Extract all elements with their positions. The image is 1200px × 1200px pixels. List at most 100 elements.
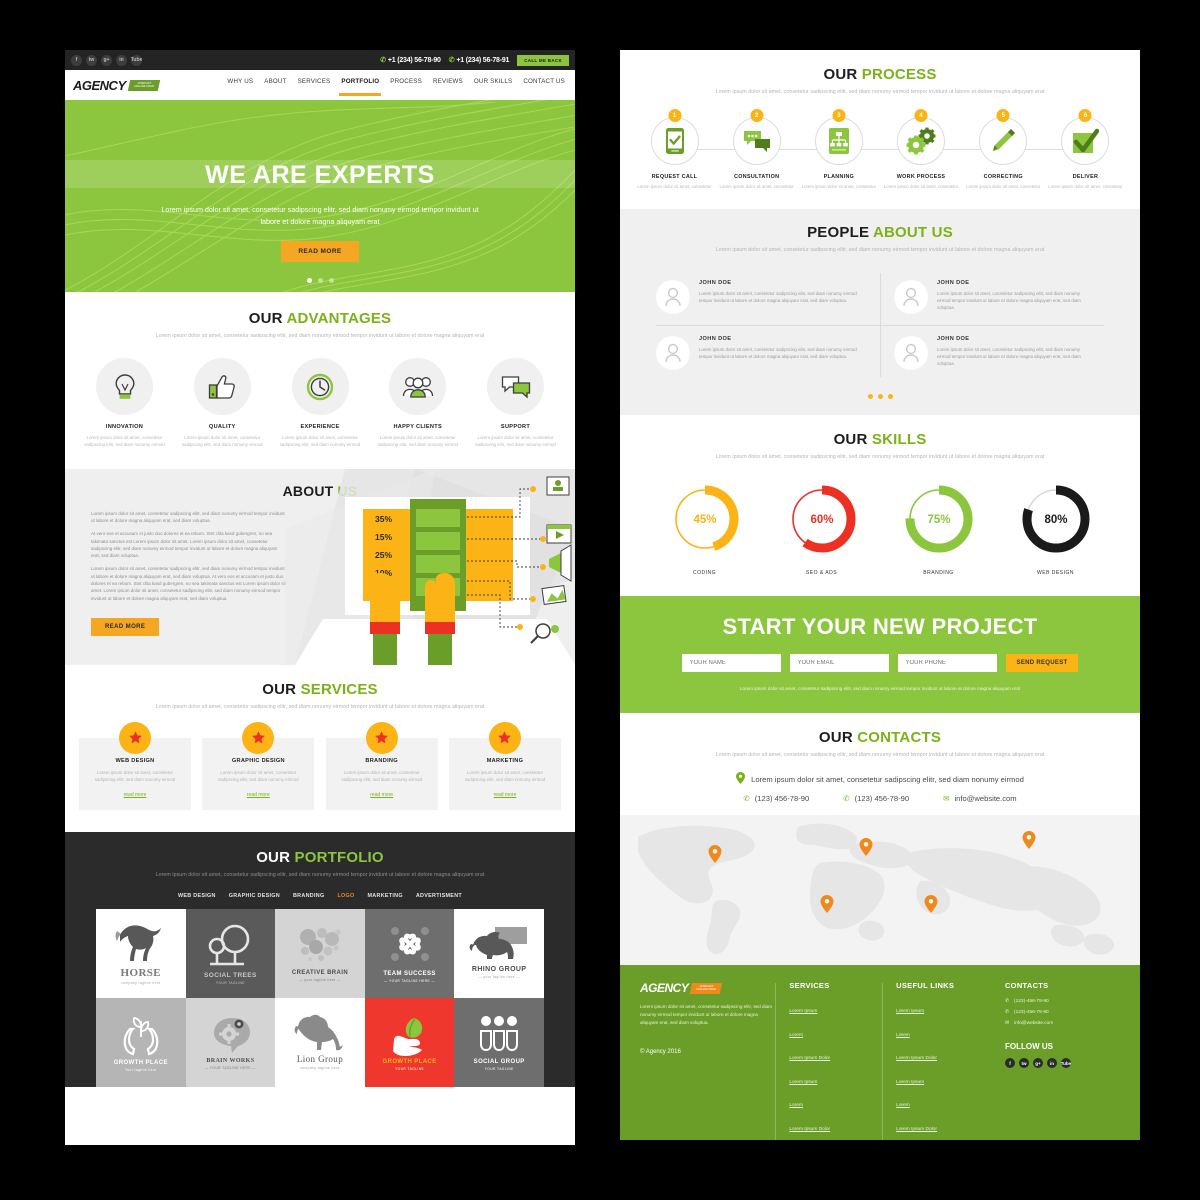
about-read-more-button[interactable]: READ MORE bbox=[91, 617, 160, 636]
social-links[interactable]: f tw g+ in Tube bbox=[71, 54, 142, 66]
footer-service-link[interactable]: Lorem Ipsum Dolor bbox=[789, 1056, 830, 1061]
portfolio-item-lion-group[interactable]: Lion Group company tagline here bbox=[275, 997, 365, 1087]
testimonials-divider-horizontal bbox=[656, 325, 1104, 327]
footer-service-link[interactable]: Lorem bbox=[789, 1033, 803, 1038]
footer-useful-link[interactable]: Lorem Ipsum Dolor bbox=[896, 1127, 937, 1132]
footer-useful-link[interactable]: Lorem Ipsum Dolor bbox=[896, 1056, 937, 1061]
linkedin-icon[interactable]: in bbox=[116, 54, 127, 66]
footer-useful-link[interactable]: Lorem bbox=[896, 1103, 910, 1108]
service-read-more-link[interactable]: read more bbox=[211, 792, 305, 798]
portfolio-item-brain-works[interactable]: BRAIN WORKS — YOUR TAGLINE HERE — bbox=[185, 997, 276, 1087]
footer-service-link[interactable]: Lorem Ipsum Dolor bbox=[789, 1127, 830, 1132]
slider-dot-1[interactable] bbox=[306, 278, 312, 283]
footer-useful-link[interactable]: Lorem bbox=[896, 1033, 910, 1038]
nav-item-contact-us[interactable]: CONTACT US bbox=[523, 78, 565, 93]
contacts-title: OUR CONTACTS bbox=[620, 729, 1140, 746]
service-card-marketing[interactable]: MARKETING Lorem ipsum dolor sit amet, co… bbox=[448, 721, 561, 811]
testimonials-dots[interactable] bbox=[620, 394, 1140, 400]
advantages-heading: OUR ADVANTAGES Lorem ipsum dolor sit ame… bbox=[75, 310, 565, 341]
nav-item-reviews[interactable]: REVIEWS bbox=[433, 78, 463, 93]
nav-item-process[interactable]: PROCESS bbox=[390, 78, 422, 93]
service-card-branding[interactable]: BRANDING Lorem ipsum dolor sit amet, con… bbox=[325, 721, 438, 811]
portfolio-filter-marketing[interactable]: MARKETING bbox=[368, 893, 403, 899]
footer-links-list: Lorem Ipsum Lorem Lorem Ipsum Dolor Lore… bbox=[896, 999, 989, 1140]
footer-phone-1[interactable]: ✆ (123)-456-78-90 bbox=[1005, 999, 1120, 1004]
world-map-svg bbox=[620, 815, 1140, 966]
top-phone-1[interactable]: ✆ +1 (234) 56-78-90 bbox=[380, 56, 441, 65]
footer-phone-2[interactable]: ✆ (123)-456-78-90 bbox=[1005, 1010, 1120, 1015]
skill-label: SEO & ADS bbox=[805, 570, 838, 577]
avatar bbox=[656, 336, 690, 371]
contacts-section: OUR CONTACTS Lorem ipsum dolor sit amet,… bbox=[620, 713, 1140, 966]
nav-item-why-us[interactable]: WHY US bbox=[227, 78, 253, 93]
footer-useful-link[interactable]: Lorem Ipsum bbox=[896, 1009, 924, 1014]
portfolio-item-growth-place-2[interactable]: GROWTH PLACE YOUR TAGLINE bbox=[364, 997, 455, 1087]
footer-service-link[interactable]: Lorem Ipsum bbox=[789, 1080, 817, 1085]
testimonials-title-second: ABOUT US bbox=[872, 224, 953, 242]
portfolio-filter-web-design[interactable]: WEB DESIGN bbox=[178, 893, 216, 899]
portfolio-item-growth-place-1[interactable]: GROWTH PLACE Your tagline here bbox=[96, 997, 186, 1087]
footer-logo[interactable]: AGENCY COMPANY TAGLINE HERE bbox=[640, 981, 775, 995]
cta-name-input[interactable] bbox=[681, 654, 781, 673]
portfolio-filter-branding[interactable]: BRANDING bbox=[293, 893, 324, 899]
portfolio-item-social-group[interactable]: SOCIAL GROUP YOUR TAGLINE bbox=[454, 997, 544, 1087]
slider-dot-3[interactable] bbox=[328, 278, 334, 283]
facebook-icon[interactable]: f bbox=[71, 54, 82, 66]
process-heading: OUR PROCESS Lorem ipsum dolor sit amet, … bbox=[620, 66, 1140, 97]
chat-icon bbox=[743, 131, 770, 153]
linkedin-icon[interactable]: in bbox=[1046, 1058, 1057, 1069]
portfolio-item-horse[interactable]: HORSE company tagline here bbox=[96, 908, 186, 998]
portfolio-filter-logo[interactable]: LOGO bbox=[337, 893, 354, 899]
testimonial-dot-1[interactable] bbox=[867, 394, 873, 400]
contact-phone-2[interactable]: ✆ (123) 456-78-90 bbox=[843, 794, 909, 803]
service-card-graphic-design[interactable]: GRAPHIC DESIGN Lorem ipsum dolor sit ame… bbox=[202, 721, 315, 811]
top-phone-2[interactable]: ✆ +1 (234) 56-78-91 bbox=[449, 56, 510, 65]
horse-icon bbox=[115, 925, 161, 962]
portfolio-item-name: SOCIAL GROUP bbox=[473, 1058, 525, 1065]
cta-email-input[interactable] bbox=[789, 654, 889, 673]
nav-item-portfolio[interactable]: PORTFOLIO bbox=[339, 78, 382, 96]
lion-icon bbox=[294, 1014, 343, 1051]
nav-item-our-skills[interactable]: OUR SKILLS bbox=[474, 78, 512, 93]
youtube-icon[interactable]: Tube bbox=[131, 54, 142, 66]
top-utility-bar: f tw g+ in Tube ✆ +1 (234) 56-78-90 ✆ +1 (… bbox=[65, 50, 575, 70]
footer-useful-link[interactable]: Lorem Ipsum bbox=[896, 1080, 924, 1085]
footer-service-link[interactable]: Lorem Ipsum bbox=[789, 1009, 817, 1014]
service-card-web-design[interactable]: WEB DESIGN Lorem ipsum dolor sit amet, c… bbox=[79, 721, 191, 811]
google-plus-icon[interactable]: g+ bbox=[1032, 1058, 1043, 1069]
service-read-more-link[interactable]: read more bbox=[88, 792, 182, 798]
call-me-back-button[interactable]: CALL ME BACK bbox=[517, 54, 569, 66]
portfolio-item-rhino-group[interactable]: RHINO GROUP — your tagline here — bbox=[454, 908, 544, 998]
slider-dot-2[interactable] bbox=[317, 278, 323, 283]
service-read-more-link[interactable]: read more bbox=[458, 792, 552, 798]
service-read-more-link[interactable]: read more bbox=[335, 792, 429, 798]
send-request-button[interactable]: SEND REQUEST bbox=[1005, 654, 1079, 673]
portfolio-filter-graphic-design[interactable]: GRAPHIC DESIGN bbox=[229, 893, 280, 899]
process-step-work-process: 4 WORK PROCESS Lorem ipsum dolor sit ame… bbox=[884, 109, 959, 191]
portfolio-filter-advertisment[interactable]: ADVERTISMENT bbox=[416, 893, 462, 899]
landing-page-part-1: f tw g+ in Tube ✆ +1 (234) 56-78-90 ✆ +1 (… bbox=[65, 50, 575, 1145]
footer-services-title: SERVICES bbox=[789, 981, 830, 991]
twitter-icon[interactable]: tw bbox=[86, 54, 97, 66]
facebook-icon[interactable]: f bbox=[1004, 1058, 1015, 1069]
nav-item-about[interactable]: ABOUT bbox=[264, 78, 286, 93]
service-badge bbox=[365, 721, 398, 754]
world-map[interactable] bbox=[620, 815, 1140, 966]
hero-slider-dots[interactable] bbox=[65, 278, 575, 283]
cta-phone-input[interactable] bbox=[897, 654, 997, 673]
footer-service-link[interactable]: Lorem bbox=[789, 1103, 803, 1108]
portfolio-item-team-success[interactable]: TEAM SUCCESS — YOUR TAGLINE HERE — bbox=[364, 908, 455, 998]
google-plus-icon[interactable]: g+ bbox=[101, 54, 112, 66]
twitter-icon[interactable]: tw bbox=[1018, 1058, 1029, 1069]
footer-email[interactable]: ✉ info@website.com bbox=[1005, 1021, 1120, 1026]
portfolio-item-creative-brain[interactable]: CREATIVE BRAIN — your tagline here — bbox=[275, 908, 365, 998]
logo[interactable]: AGENCY COMPANY TAGLINE HERE bbox=[73, 78, 161, 93]
hero-read-more-button[interactable]: READ MORE bbox=[281, 240, 359, 262]
contact-email[interactable]: ✉ info@website.com bbox=[943, 794, 1017, 803]
youtube-icon[interactable]: Tube bbox=[1061, 1058, 1071, 1069]
testimonial-dot-2[interactable] bbox=[877, 394, 883, 400]
nav-item-services[interactable]: SERVICES bbox=[298, 78, 331, 93]
portfolio-item-social-trees[interactable]: SOCIAL TREES YOUR TAGLINE bbox=[185, 908, 276, 998]
testimonial-dot-3[interactable] bbox=[887, 394, 893, 400]
contact-phone-1[interactable]: ✆ (123) 456-78-90 bbox=[743, 794, 809, 803]
